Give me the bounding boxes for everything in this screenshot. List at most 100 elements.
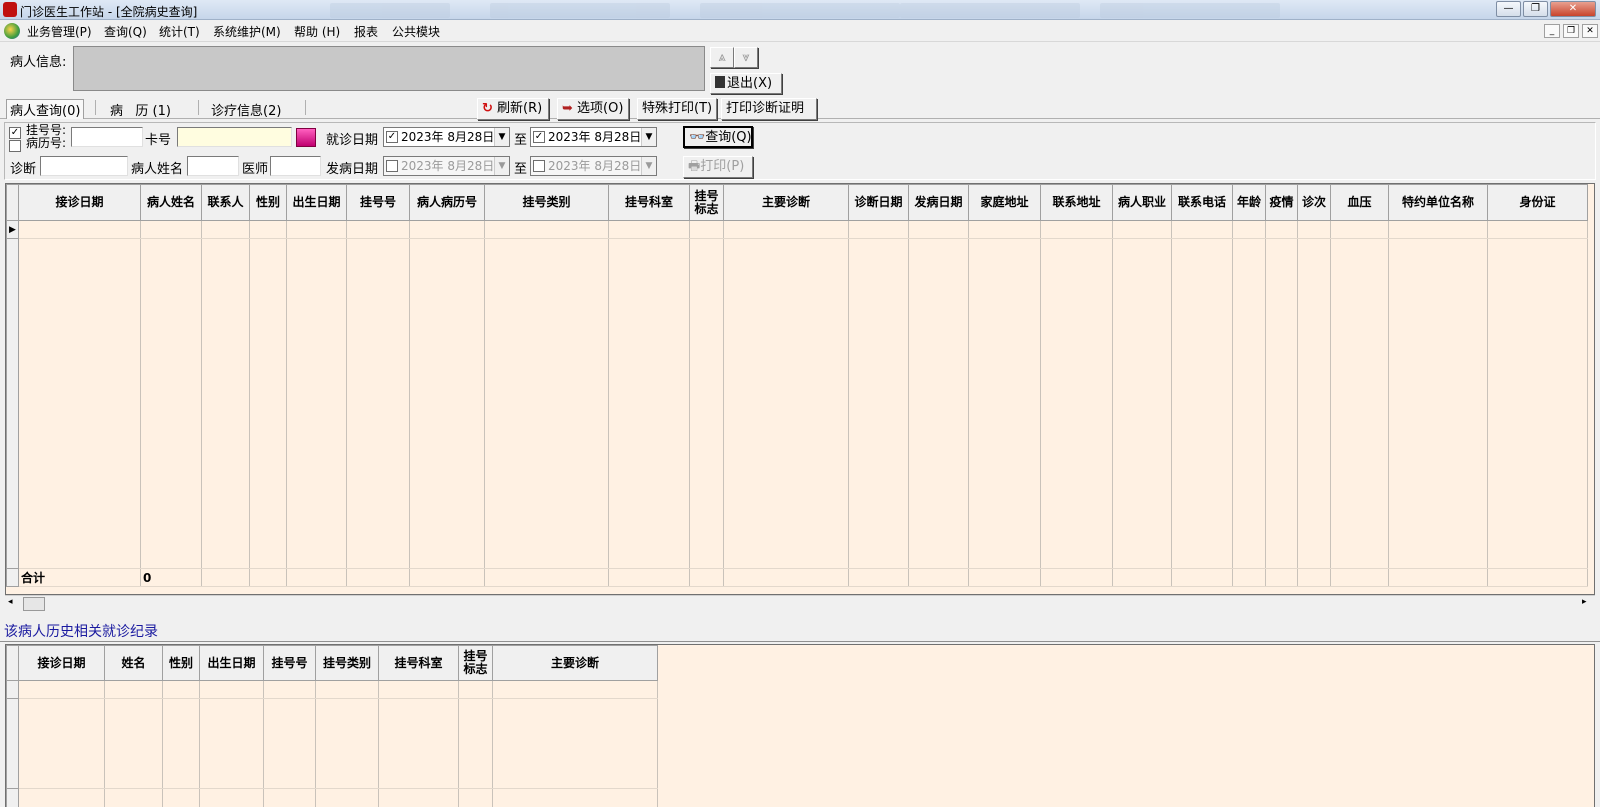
visit-date-to-checkbox[interactable]: ✓ xyxy=(533,131,545,143)
table-row[interactable] xyxy=(6,680,658,699)
mdi-restore-button[interactable]: ❐ xyxy=(1563,24,1579,38)
onset-date-from-picker[interactable]: 2023年 8月28日 ▼ xyxy=(383,156,510,176)
minimize-button[interactable]: — xyxy=(1496,1,1521,17)
print-button[interactable]: 🖶打印(P) xyxy=(683,156,753,178)
table-cell xyxy=(484,220,609,239)
diagnosis-input[interactable] xyxy=(40,156,128,176)
onset-date-to-value: 2023年 8月28日 xyxy=(548,159,642,173)
column-header[interactable]: 挂号科室 xyxy=(378,645,459,681)
table-row[interactable]: ▶ xyxy=(6,220,1588,239)
onset-date-from-checkbox[interactable] xyxy=(386,160,398,172)
card-no-input[interactable] xyxy=(177,127,292,147)
column-header[interactable]: 挂号号 xyxy=(346,184,410,221)
menu-business[interactable]: 业务管理(P) xyxy=(27,23,92,40)
background-taskbar xyxy=(330,3,1450,19)
patient-name-input[interactable] xyxy=(187,156,239,176)
restore-button[interactable]: ❐ xyxy=(1523,1,1548,17)
dropdown-arrow-icon[interactable]: ▼ xyxy=(641,157,656,175)
table-cell xyxy=(492,680,658,699)
record-no-checkbox[interactable] xyxy=(9,140,21,152)
column-header[interactable]: 性别 xyxy=(162,645,200,681)
previous-patient-button[interactable]: ⩓ xyxy=(710,47,734,68)
column-header[interactable]: 联系地址 xyxy=(1040,184,1113,221)
column-header[interactable]: 疫情 xyxy=(1265,184,1298,221)
menu-help[interactable]: 帮助 (H) xyxy=(294,23,340,40)
menu-statistics[interactable]: 统计(T) xyxy=(159,23,200,40)
scroll-left-arrow-icon[interactable]: ◂ xyxy=(8,597,13,607)
table-cell xyxy=(1232,238,1266,569)
column-header[interactable]: 病人病历号 xyxy=(409,184,485,221)
next-patient-button[interactable]: ⩔ xyxy=(734,47,758,68)
column-header[interactable]: 诊断日期 xyxy=(848,184,909,221)
column-header[interactable]: 挂号科室 xyxy=(608,184,690,221)
column-header[interactable]: 病人姓名 xyxy=(140,184,202,221)
column-header[interactable]: 挂号类别 xyxy=(484,184,609,221)
column-header[interactable]: 年龄 xyxy=(1232,184,1266,221)
scroll-right-arrow-icon[interactable]: ▸ xyxy=(1582,597,1587,607)
exit-button[interactable]: 退出(X) xyxy=(710,73,782,94)
dropdown-arrow-icon[interactable]: ▼ xyxy=(494,128,509,146)
column-header[interactable]: 家庭地址 xyxy=(968,184,1041,221)
dropdown-arrow-icon[interactable]: ▼ xyxy=(494,157,509,175)
refresh-button[interactable]: ↻ 刷新(R) xyxy=(477,98,549,120)
visit-date-to-picker[interactable]: ✓ 2023年 8月28日 ▼ xyxy=(530,127,657,147)
mdi-close-button[interactable]: ✕ xyxy=(1582,24,1598,38)
table-row-empty[interactable] xyxy=(6,788,658,807)
options-button[interactable]: ➥ 选项(O) xyxy=(557,98,629,120)
dropdown-arrow-icon[interactable]: ▼ xyxy=(641,128,656,146)
column-header[interactable]: 诊次 xyxy=(1297,184,1331,221)
column-header[interactable]: 血压 xyxy=(1330,184,1389,221)
table-cell xyxy=(18,788,105,807)
menu-reports[interactable]: 报表 xyxy=(354,23,378,40)
column-header[interactable]: 联系人 xyxy=(201,184,250,221)
visit-date-to-label: 至 xyxy=(514,133,528,148)
tab-treatment-info[interactable]: 诊疗信息(2) xyxy=(211,100,281,119)
scroll-thumb[interactable] xyxy=(23,597,45,611)
column-header[interactable]: 出生日期 xyxy=(199,645,264,681)
column-header[interactable]: 联系电话 xyxy=(1171,184,1233,221)
menu-maintenance[interactable]: 系统维护(M) xyxy=(213,23,281,40)
column-header[interactable]: 姓名 xyxy=(104,645,163,681)
tab-patient-query[interactable]: 病人查询(0) xyxy=(6,99,85,119)
table-cell xyxy=(484,238,609,569)
close-button[interactable]: ✕ xyxy=(1550,1,1596,17)
reg-no-checkbox[interactable]: ✓ xyxy=(9,127,21,139)
reg-no-input[interactable] xyxy=(71,127,143,147)
doctor-input[interactable] xyxy=(270,156,321,176)
column-header[interactable]: 挂号号 xyxy=(263,645,316,681)
print-diagnosis-cert-button[interactable]: 打印诊断证明 xyxy=(721,98,817,120)
column-header[interactable]: 挂号标志 xyxy=(689,184,724,221)
visit-date-from-picker[interactable]: ✓ 2023年 8月28日 ▼ xyxy=(383,127,510,147)
column-header[interactable]: 出生日期 xyxy=(286,184,347,221)
column-header[interactable]: 发病日期 xyxy=(908,184,969,221)
tab-medical-record[interactable]: 病 历 (1) xyxy=(110,100,171,119)
column-header[interactable]: 接诊日期 xyxy=(18,645,105,681)
onset-date-to-checkbox[interactable] xyxy=(533,160,545,172)
horizontal-scrollbar[interactable]: ◂ ▸ xyxy=(5,595,1595,612)
table-cell xyxy=(458,698,493,789)
visit-date-from-checkbox[interactable]: ✓ xyxy=(386,131,398,143)
column-header[interactable]: 挂号类别 xyxy=(315,645,379,681)
column-header[interactable]: 身份证 xyxy=(1487,184,1588,221)
history-grid[interactable]: 接诊日期 姓名 性别 出生日期 挂号号 挂号类别 挂号科室 挂号标志 主要诊断 xyxy=(5,644,1595,807)
column-header[interactable]: 病人职业 xyxy=(1112,184,1172,221)
card-reader-icon[interactable] xyxy=(296,128,316,147)
column-header[interactable]: 主要诊断 xyxy=(492,645,658,681)
onset-date-to-picker[interactable]: 2023年 8月28日 ▼ xyxy=(530,156,657,176)
special-print-button[interactable]: 特殊打印(T) xyxy=(637,98,717,120)
query-button[interactable]: 👓查询(Q) xyxy=(683,126,753,148)
column-header[interactable]: 主要诊断 xyxy=(723,184,849,221)
table-cell xyxy=(104,698,163,789)
table-cell xyxy=(968,238,1041,569)
menu-query[interactable]: 查询(Q) xyxy=(104,23,147,40)
mdi-minimize-button[interactable]: _ xyxy=(1544,24,1560,38)
table-row-empty[interactable] xyxy=(6,698,658,789)
column-header[interactable]: 接诊日期 xyxy=(18,184,141,221)
menu-public[interactable]: 公共模块 xyxy=(392,23,440,40)
patient-query-grid[interactable]: 接诊日期 病人姓名 联系人 性别 出生日期 挂号号 病人病历号 挂号类别 挂号科室 挂号标志 主要诊… xyxy=(5,183,1595,595)
column-header[interactable]: 性别 xyxy=(249,184,287,221)
column-header[interactable]: 挂号标志 xyxy=(458,645,493,681)
table-row-empty[interactable] xyxy=(6,238,1588,569)
patient-query-table: 接诊日期 病人姓名 联系人 性别 出生日期 挂号号 病人病历号 挂号类别 挂号科室 挂号标志 主要诊… xyxy=(6,184,1588,587)
column-header[interactable]: 特约单位名称 xyxy=(1388,184,1488,221)
